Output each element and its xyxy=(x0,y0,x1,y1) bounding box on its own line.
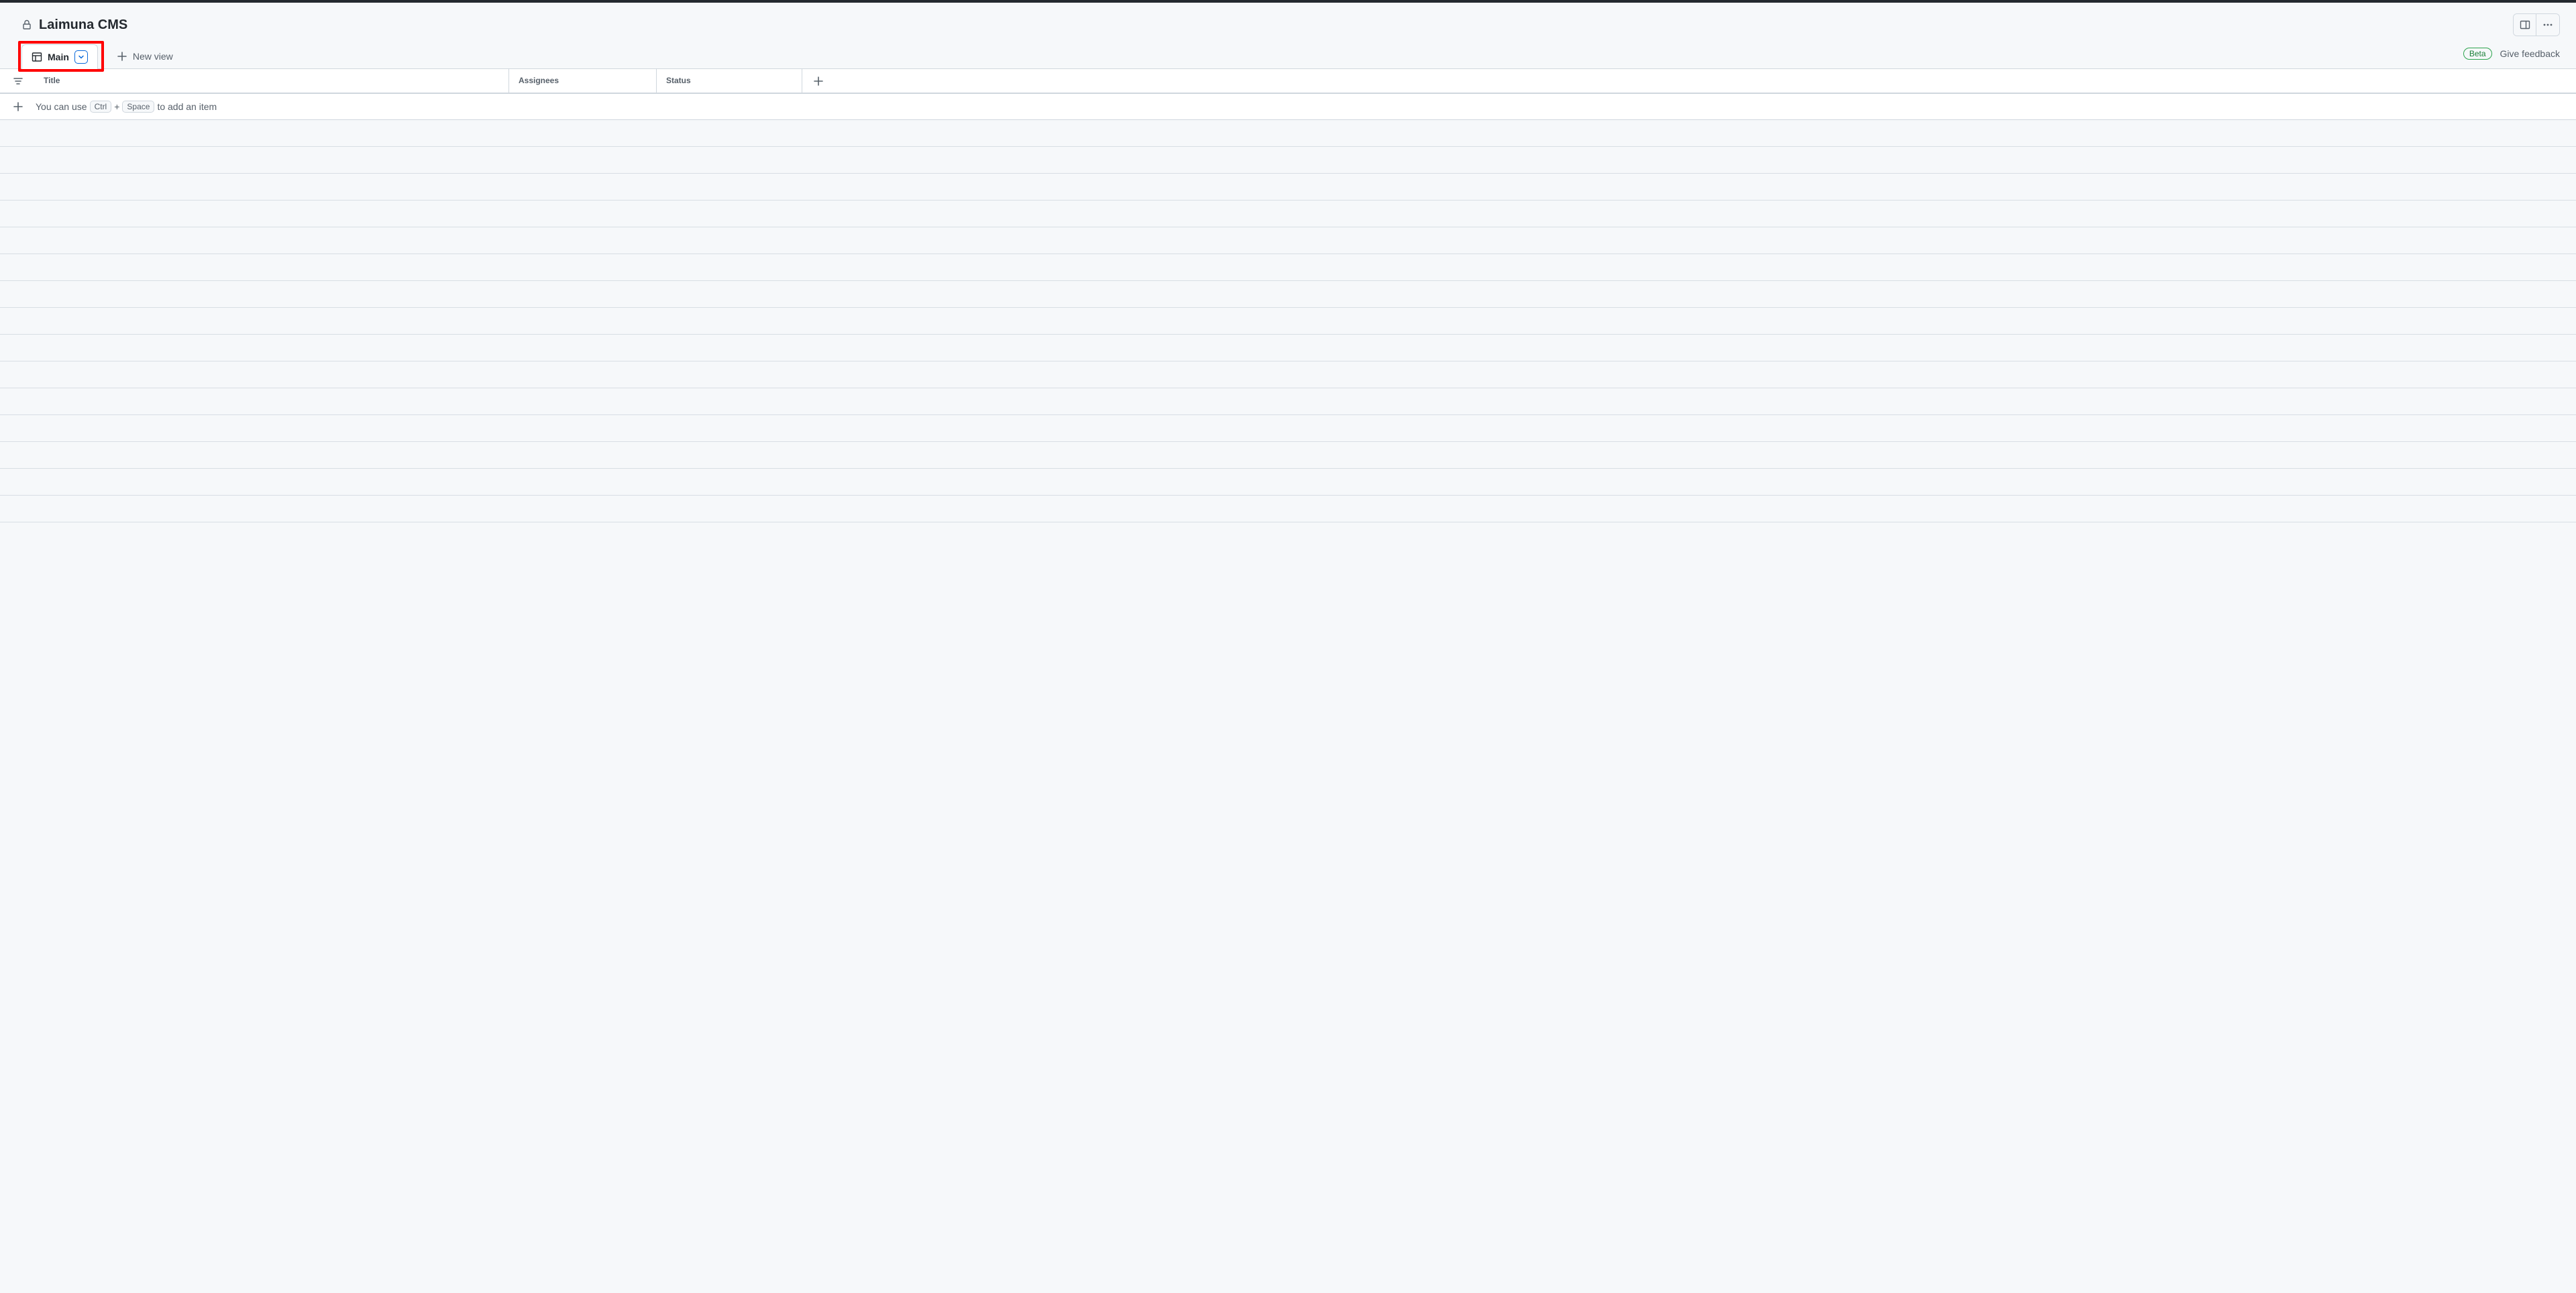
kebab-icon xyxy=(2542,19,2553,30)
beta-badge: Beta xyxy=(2463,48,2492,60)
table-header: Title Assignees Status xyxy=(0,69,2576,94)
hint-text-after: to add an item xyxy=(157,101,217,112)
empty-row xyxy=(0,201,2576,227)
kbd-space: Space xyxy=(122,101,154,113)
chevron-down-icon xyxy=(78,54,85,60)
empty-row xyxy=(0,308,2576,335)
empty-row xyxy=(0,174,2576,201)
empty-row xyxy=(0,281,2576,308)
column-status[interactable]: Status xyxy=(657,69,802,93)
empty-row xyxy=(0,415,2576,442)
empty-row xyxy=(0,254,2576,281)
more-options-button[interactable] xyxy=(2536,14,2559,36)
new-view-button[interactable]: New view xyxy=(107,44,182,68)
tab-main[interactable]: Main xyxy=(21,44,98,69)
add-item-hint: You can use Ctrl + Space to add an item xyxy=(36,101,217,113)
panel-toggle-button[interactable] xyxy=(2514,14,2536,36)
tab-label: Main xyxy=(48,52,69,62)
empty-row xyxy=(0,147,2576,174)
hint-plus: + xyxy=(114,101,119,112)
feedback-link[interactable]: Give feedback xyxy=(2500,48,2561,59)
column-assignees[interactable]: Assignees xyxy=(509,69,657,93)
empty-row xyxy=(0,227,2576,254)
header-actions xyxy=(2513,13,2560,36)
header-right xyxy=(2513,13,2560,36)
kbd-ctrl: Ctrl xyxy=(90,101,112,113)
empty-row xyxy=(0,496,2576,522)
empty-row xyxy=(0,335,2576,361)
empty-row xyxy=(0,120,2576,147)
tab-dropdown-button[interactable] xyxy=(74,50,88,64)
tabs-right: Beta Give feedback xyxy=(2463,48,2560,65)
add-item-icon-wrap xyxy=(0,101,36,112)
panel-icon xyxy=(2520,19,2530,30)
table-icon xyxy=(32,52,42,62)
header: Laimuna CMS xyxy=(0,3,2576,39)
empty-row xyxy=(0,388,2576,415)
add-column-button[interactable] xyxy=(802,69,835,93)
empty-row xyxy=(0,442,2576,469)
lock-icon xyxy=(21,19,32,30)
tabs-left: Main New view xyxy=(21,44,182,68)
plus-icon xyxy=(13,101,23,112)
filter-icon xyxy=(13,76,23,87)
column-title[interactable]: Title xyxy=(36,69,509,93)
empty-row xyxy=(0,469,2576,496)
header-left: Laimuna CMS xyxy=(21,17,127,33)
plus-icon xyxy=(813,76,824,87)
project-title[interactable]: Laimuna CMS xyxy=(39,17,127,33)
add-item-row[interactable]: You can use Ctrl + Space to add an item xyxy=(0,94,2576,120)
new-view-label: New view xyxy=(133,51,173,62)
empty-row xyxy=(0,361,2576,388)
plus-icon xyxy=(117,51,127,62)
tabs-row: Main New view Beta Give feedback xyxy=(0,39,2576,69)
empty-rows xyxy=(0,120,2576,522)
filter-button[interactable] xyxy=(0,69,36,93)
hint-text-before: You can use xyxy=(36,101,87,112)
